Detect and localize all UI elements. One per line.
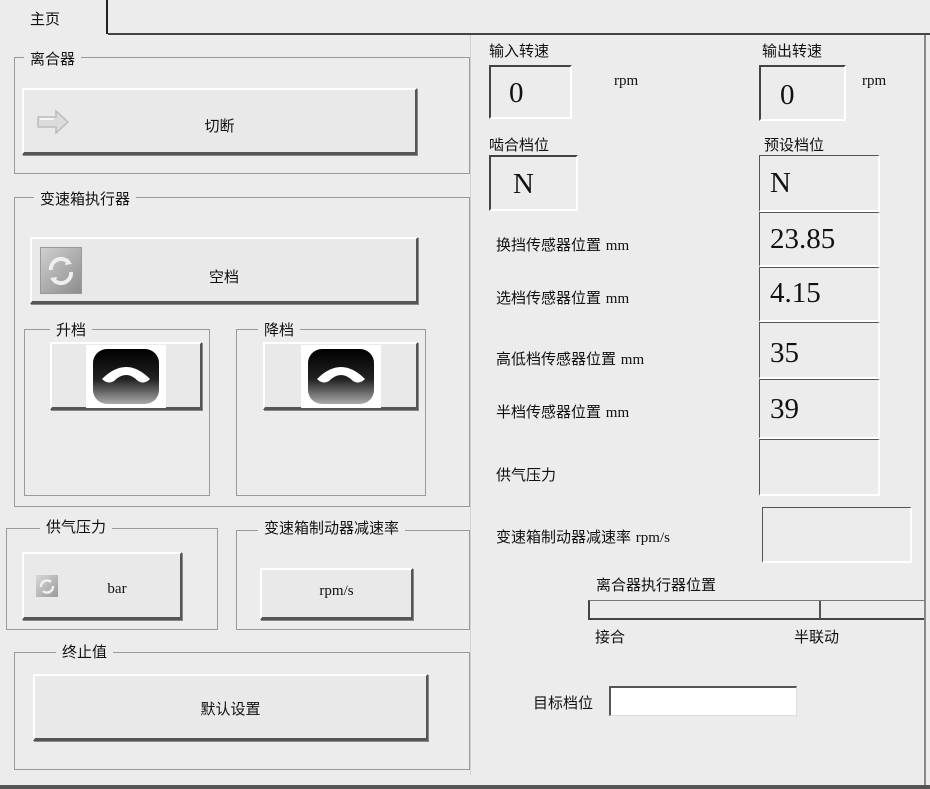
neutral-label: 空档 [208,268,239,286]
shift-sensor-label: 换挡传感器位置 [496,236,602,254]
input-speed-value: 0 [509,77,524,109]
input-speed-display: 0 [489,65,572,119]
clutch-half-engaged-label: 半联动 [794,628,840,646]
air-pressure-group-title: 供气压力 [40,518,113,536]
shift-sensor-label-row: 换挡传感器位置 mm [496,234,629,255]
output-speed-label: 输出转速 [762,42,823,60]
range-sensor-display: 35 [759,322,880,379]
split-sensor-label-row: 半档传感器位置 mm [496,401,629,422]
brake-decel-label: 变速箱制动器减速率 [496,528,632,546]
air-pressure-unit: bar [107,581,127,597]
clutch-disconnect-label: 切断 [204,117,235,135]
clutch-group-title: 离合器 [24,50,82,68]
brake-decel-group-title: 变速箱制动器减速率 [258,519,406,537]
brake-decel-display [762,507,912,563]
select-sensor-label-row: 选档传感器位置 mm [496,287,629,308]
clutch-engaged-label: 接合 [595,628,626,646]
downshift-button[interactable] [263,342,418,410]
preset-gear-display: N [759,155,880,212]
brake-decel-label-row: 变速箱制动器减速率 rpm/s [496,526,670,547]
range-sensor-value: 35 [770,337,799,369]
input-speed-unit: rpm [614,73,639,89]
default-settings-label: 默认设置 [200,700,261,718]
engaged-gear-value: N [513,168,534,200]
split-sensor-label: 半档传感器位置 [496,403,602,421]
air-pressure-label: 供气压力 [496,466,557,484]
tab-strip [0,0,930,36]
upshift-arrow-icon [86,345,166,408]
right-border [924,35,926,789]
clutch-position-tick [819,601,821,619]
shift-sensor-unit: mm [605,238,630,254]
engaged-gear-display: N [489,155,578,211]
target-gear-label: 目标档位 [533,694,594,712]
tab-divider [108,33,930,35]
brake-decel-label-unit: rpm/s [635,530,670,546]
air-pressure-display [759,439,880,496]
clutch-position-title: 离合器执行器位置 [596,576,717,594]
bottom-border [0,785,930,789]
tab-home-label: 主页 [30,10,61,28]
split-sensor-unit: mm [605,405,630,421]
split-sensor-display: 39 [759,379,880,439]
downshift-arrow-icon [301,345,381,408]
preset-gear-label: 预设档位 [764,136,825,154]
downshift-title: 降档 [258,321,301,339]
shift-sensor-value: 23.85 [770,223,836,255]
select-sensor-label: 选档传感器位置 [496,289,602,307]
select-sensor-value: 4.15 [770,277,821,309]
output-speed-display: 0 [759,65,846,121]
limit-value-title: 终止值 [56,643,114,661]
brake-decel-button[interactable]: rpm/s [260,568,413,620]
range-sensor-label-row: 高低档传感器位置 mm [496,348,644,369]
target-gear-input[interactable] [609,686,797,716]
split-sensor-value: 39 [770,393,799,425]
air-pressure-button[interactable]: bar [22,552,182,620]
default-settings-button[interactable]: 默认设置 [33,674,428,741]
input-speed-label: 输入转速 [489,42,550,60]
column-divider [470,35,471,775]
clutch-disconnect-button[interactable]: 切断 [22,88,417,155]
neutral-button[interactable]: 空档 [30,237,418,304]
shift-sensor-display: 23.85 [759,212,880,267]
upshift-button[interactable] [50,342,202,410]
output-speed-value: 0 [780,79,795,111]
select-sensor-unit: mm [605,291,630,307]
tab-home[interactable]: 主页 [0,0,108,34]
clutch-position-bar [588,600,924,620]
range-sensor-unit: mm [620,352,645,368]
brake-decel-unit: rpm/s [319,583,354,599]
preset-gear-value: N [770,167,791,199]
gearbox-actuator-title: 变速箱执行器 [34,190,137,208]
engaged-gear-label: 啮合档位 [489,136,550,154]
select-sensor-display: 4.15 [759,267,880,322]
upshift-title: 升档 [50,321,93,339]
output-speed-unit: rpm [862,73,887,89]
range-sensor-label: 高低档传感器位置 [496,350,617,368]
